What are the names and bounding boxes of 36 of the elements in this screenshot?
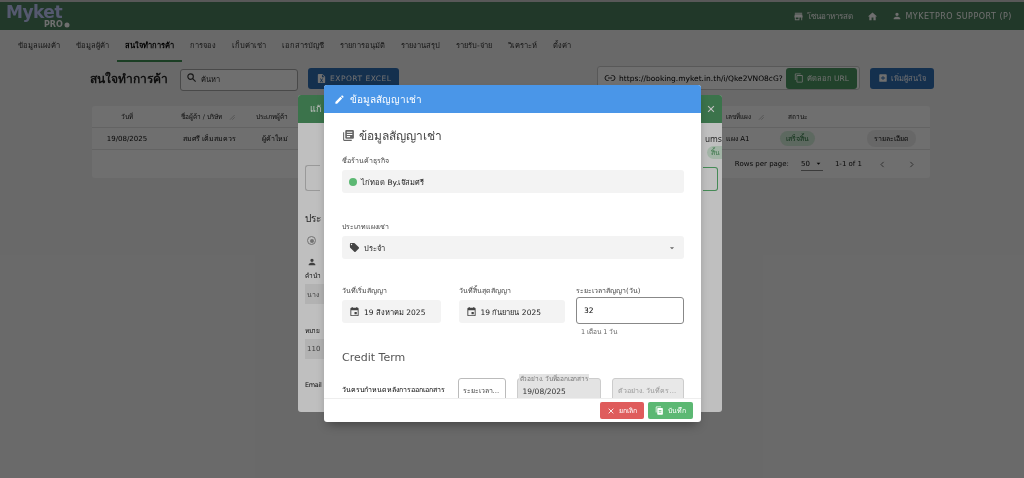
user-icon xyxy=(892,11,903,21)
chevron-left-icon xyxy=(878,160,887,169)
close-icon xyxy=(706,104,716,114)
spreadsheet-icon xyxy=(316,72,327,84)
copy-icon xyxy=(793,73,804,83)
link-icon xyxy=(604,72,617,84)
logo-subtext: PRO xyxy=(44,20,63,29)
dialog-title: แก้ xyxy=(310,103,321,116)
market-link[interactable]: โซนอาหารสด xyxy=(791,7,856,25)
document-icon xyxy=(342,128,355,142)
pencil-icon xyxy=(334,93,345,105)
calendar-icon xyxy=(349,306,360,317)
store-icon xyxy=(793,10,805,22)
section-title: Credit Term xyxy=(342,351,407,364)
close-icon xyxy=(607,406,615,415)
text-field[interactable] xyxy=(703,167,718,191)
resize-handle-icon xyxy=(757,112,765,121)
text-field[interactable] xyxy=(305,165,320,191)
tag-icon xyxy=(349,242,360,253)
dialog-title: ข้อมูลสัญญาเช่า xyxy=(350,92,422,107)
person-icon xyxy=(307,257,317,267)
section-title: ข้อมูลสัญญาเช่า xyxy=(359,127,442,145)
resize-handle-icon xyxy=(228,112,236,121)
add-box-icon xyxy=(878,73,888,83)
section-heading: ประ xyxy=(305,212,321,226)
logo-dot-icon xyxy=(63,21,70,28)
user-menu[interactable]: MYKETPRO SUPPORT (P) xyxy=(890,9,1014,23)
save-icon xyxy=(655,406,664,415)
close-button[interactable] xyxy=(706,104,716,114)
calendar-icon xyxy=(465,306,477,317)
page-title: สนใจทำการค้า xyxy=(90,70,169,88)
logo-text: Myket xyxy=(6,3,64,21)
search-icon xyxy=(186,72,197,83)
table-cell: ums xyxy=(704,135,722,144)
chevron-right-icon xyxy=(907,160,916,169)
home-icon xyxy=(867,10,879,22)
